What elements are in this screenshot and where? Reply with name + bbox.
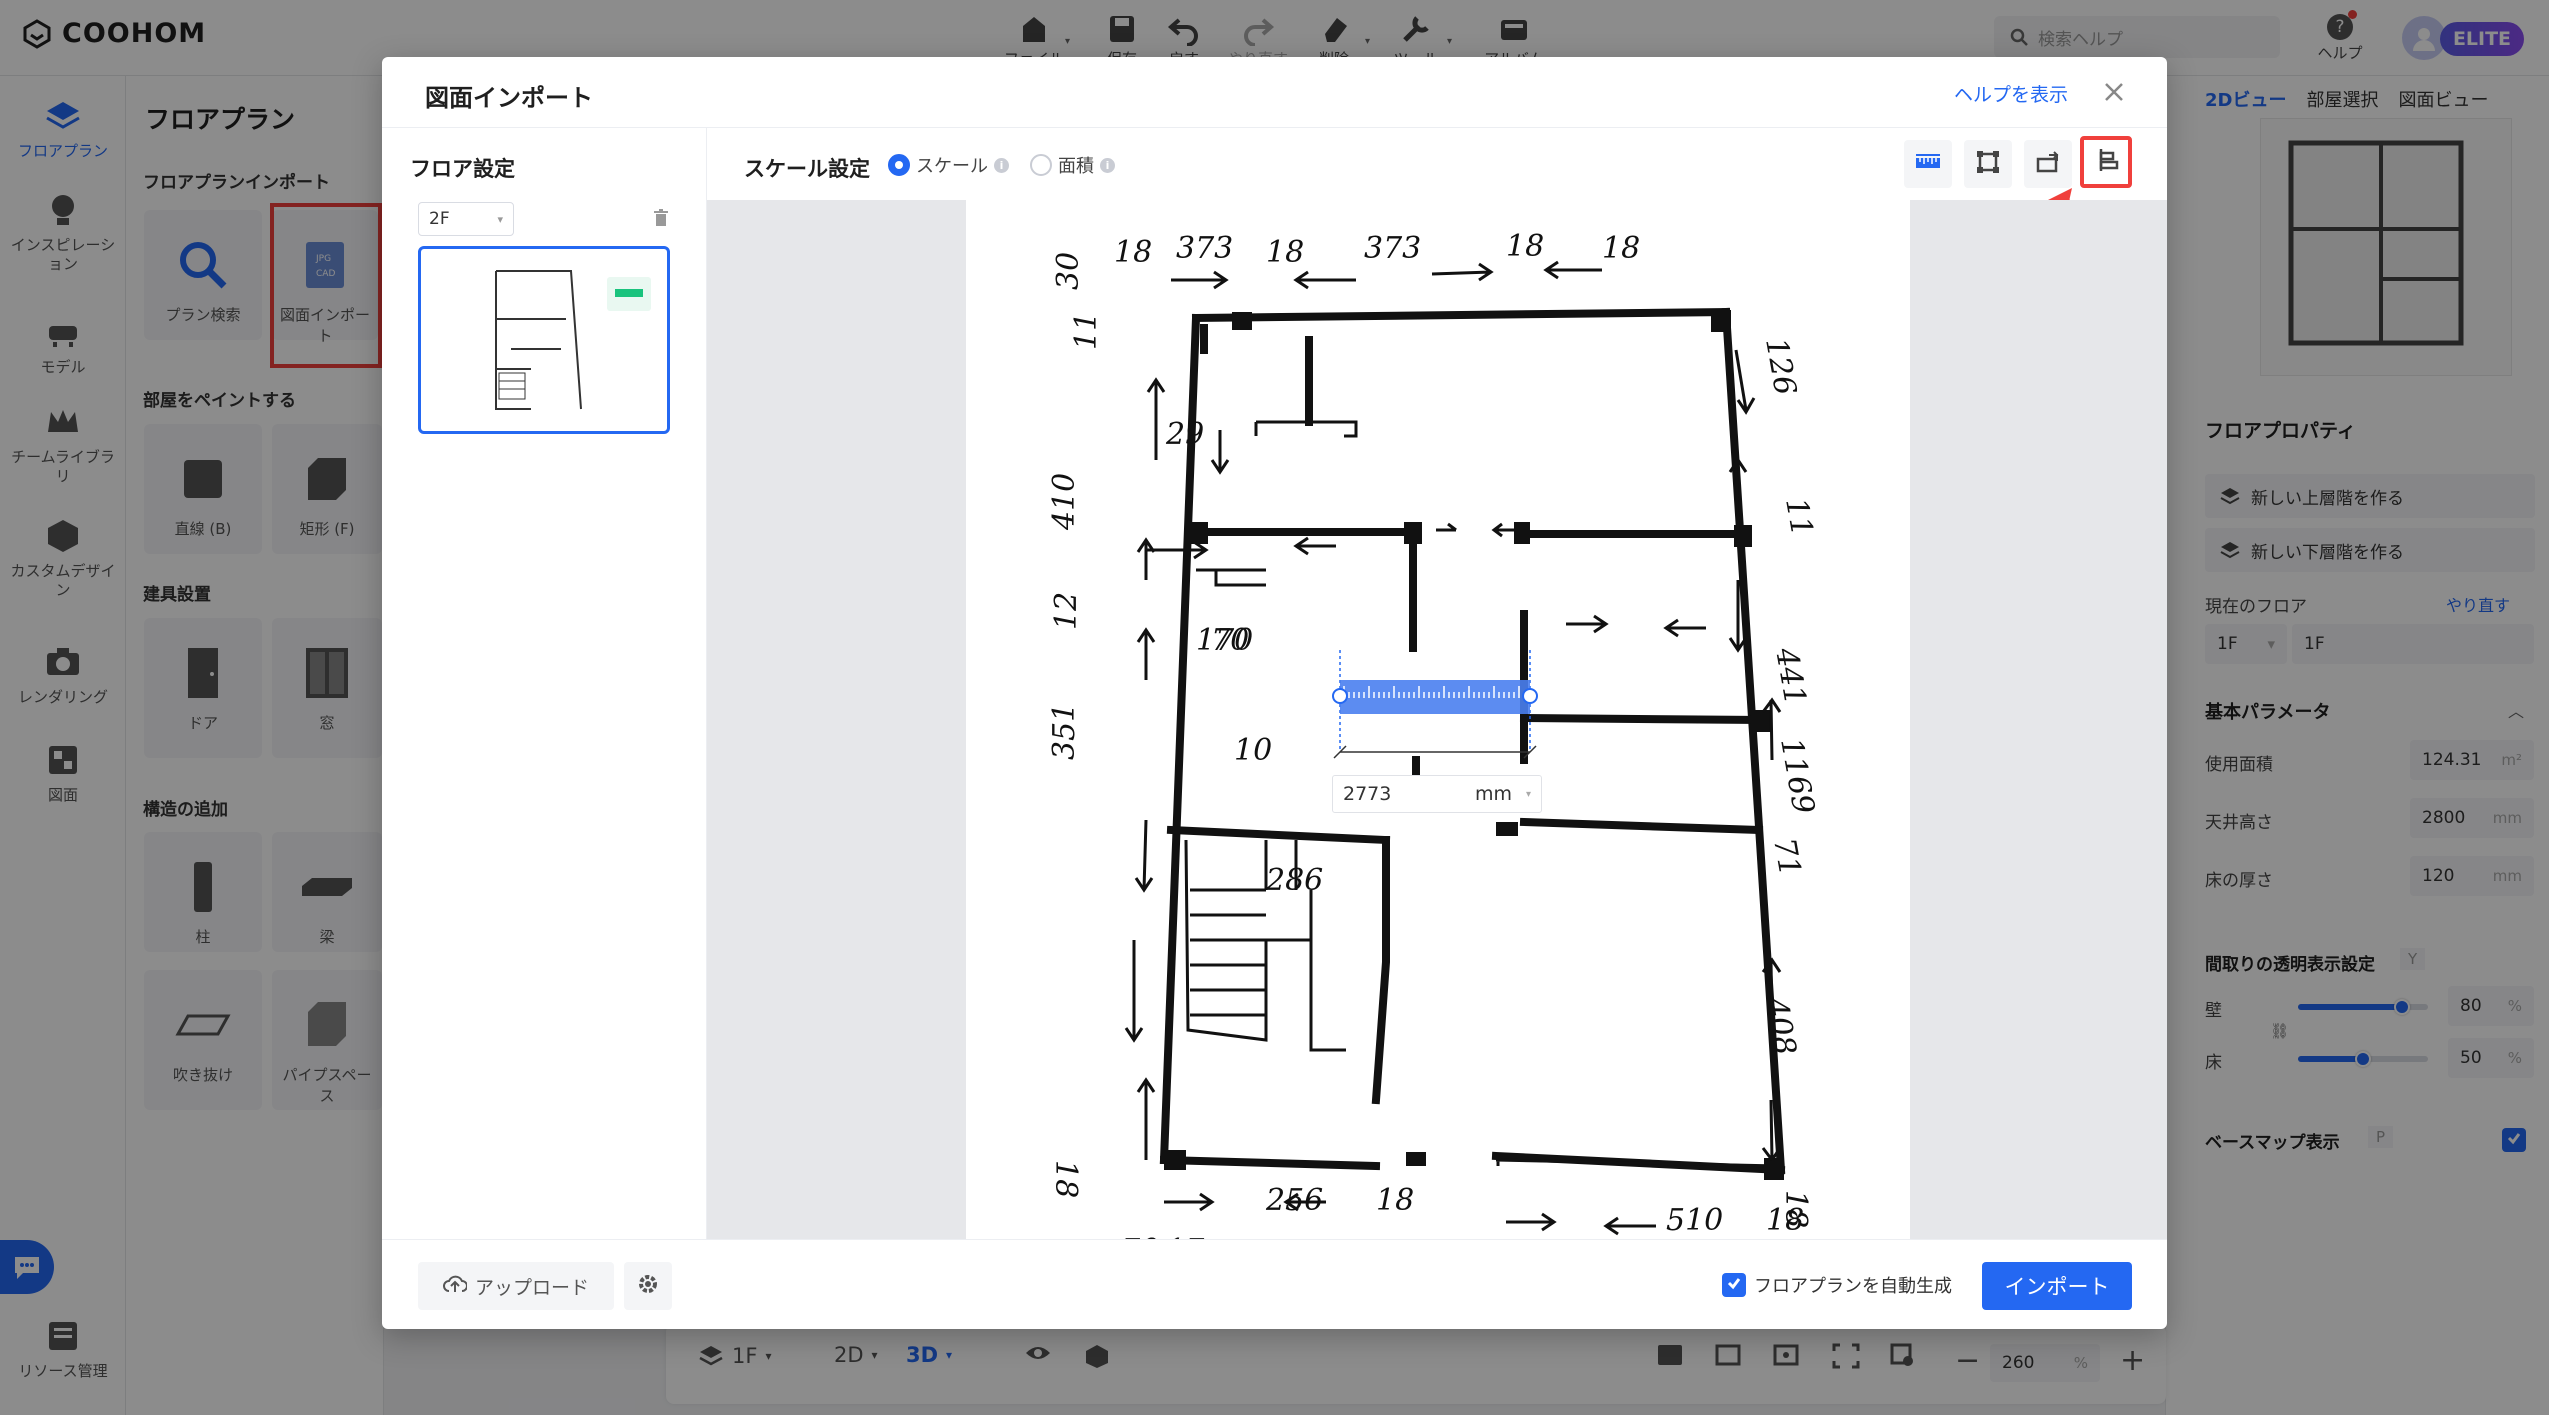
floor-settings-title: フロア設定 bbox=[410, 157, 515, 181]
dialog-title: 図面インポート bbox=[425, 84, 593, 112]
auto-generate-option[interactable]: フロアプランを自動生成 bbox=[1722, 1272, 1952, 1298]
radio-unselected-icon bbox=[1030, 154, 1052, 176]
import-button[interactable]: インポート bbox=[1982, 1262, 2132, 1310]
info-icon: i bbox=[994, 157, 1009, 173]
scale-settings-title: スケール設定 bbox=[744, 157, 870, 181]
sketch-dimension-label: 351 bbox=[1047, 703, 1082, 760]
ruler-right-handle[interactable] bbox=[1522, 688, 1538, 704]
sketch-dimension-label: 410 bbox=[1047, 473, 1082, 531]
sketch-dimension-label: 18 bbox=[1506, 229, 1544, 264]
sketch-dimension-label: 408 bbox=[1758, 994, 1803, 1057]
scale-radio-label: スケール bbox=[916, 156, 988, 177]
sketch-dimension-label: 10 bbox=[1234, 733, 1272, 768]
sketch-dimension-label: 12 bbox=[1049, 592, 1084, 630]
floor-select-value: 2F bbox=[429, 209, 450, 229]
sketch-dimension-label: 126 bbox=[1758, 335, 1802, 397]
settings-button[interactable] bbox=[624, 1262, 672, 1310]
area-radio-label: 面積 bbox=[1058, 156, 1094, 177]
show-help-link[interactable]: ヘルプを表示 bbox=[1954, 80, 2068, 107]
sketch-dimension-label: 29 bbox=[1165, 417, 1204, 452]
measure-length-input[interactable]: 2773 mm ▾ bbox=[1332, 775, 1542, 813]
rotate-icon bbox=[2035, 150, 2061, 178]
chevron-down-icon: ▾ bbox=[1525, 788, 1531, 800]
sketch-dimension-label: 18 bbox=[1766, 1203, 1804, 1238]
divider bbox=[382, 127, 2167, 128]
sketch-dimension-label: 18 bbox=[1376, 1183, 1414, 1218]
auto-generate-checkbox[interactable] bbox=[1722, 1273, 1746, 1297]
sketch-dimension-label: 18 bbox=[1114, 235, 1152, 270]
trash-icon[interactable] bbox=[652, 208, 670, 232]
sketch-dimension-label: 18 bbox=[1602, 231, 1640, 266]
sketch-dimension-label: 30 bbox=[1051, 252, 1086, 290]
upload-button[interactable]: アップロード bbox=[418, 1262, 614, 1310]
measure-unit: mm bbox=[1474, 783, 1512, 805]
sketch-dimension-label: 441 bbox=[1768, 644, 1813, 707]
sketch-dimension-label: 18 bbox=[1266, 235, 1304, 270]
floor-select-dropdown[interactable]: 2F ▾ bbox=[418, 202, 514, 236]
area-radio[interactable]: 面積 i bbox=[1030, 152, 1115, 178]
ruler-left-handle[interactable] bbox=[1332, 688, 1348, 704]
ruler-icon bbox=[1915, 152, 1941, 176]
upload-label: アップロード bbox=[474, 1276, 589, 1299]
scale-ruler[interactable] bbox=[1330, 640, 1550, 765]
close-icon[interactable] bbox=[2100, 78, 2128, 106]
sketch-dimension-label: 1169 bbox=[1773, 735, 1821, 816]
check-icon bbox=[1726, 1275, 1742, 1296]
info-icon: i bbox=[1100, 157, 1115, 173]
sketch-dimension-label: 286 bbox=[1265, 863, 1323, 898]
sketch-dimension-label: 373 bbox=[1176, 231, 1233, 266]
divider bbox=[382, 1239, 2167, 1240]
sketch-dimension-label: 71 bbox=[1766, 835, 1807, 879]
sketch-dimension-label: 70 bbox=[1211, 623, 1249, 658]
sketch-dimension-label: 11 bbox=[1778, 495, 1819, 539]
align-icon bbox=[2093, 147, 2119, 177]
radio-selected-icon bbox=[888, 154, 910, 176]
sketch-dimension-label: 373 bbox=[1364, 231, 1421, 266]
floor-thumbnail[interactable] bbox=[418, 246, 670, 434]
measure-value: 2773 bbox=[1343, 783, 1392, 805]
crop-icon bbox=[1976, 150, 2000, 178]
sketch-dimension-label: 11 bbox=[1069, 312, 1104, 350]
auto-generate-label: フロアプランを自動生成 bbox=[1754, 1276, 1952, 1297]
cloud-upload-icon bbox=[443, 1274, 468, 1299]
scale-radio[interactable]: スケール i bbox=[888, 152, 1009, 178]
gear-icon bbox=[637, 1273, 659, 1299]
sketch-dimension-label: 18 bbox=[1048, 1160, 1083, 1198]
chevron-down-icon: ▾ bbox=[497, 212, 503, 226]
sketch-dimension-label: 510 bbox=[1666, 1203, 1723, 1238]
